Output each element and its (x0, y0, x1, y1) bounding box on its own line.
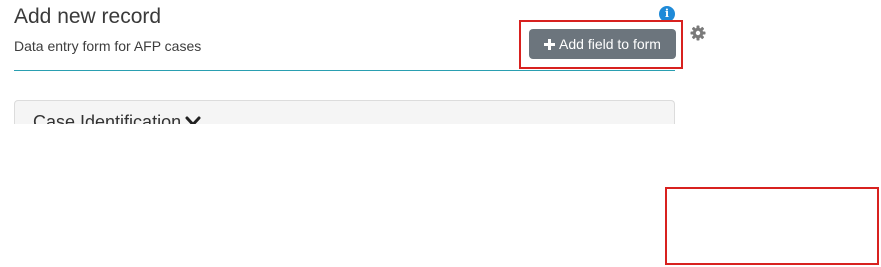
section-title-label: Case Identification (33, 112, 182, 124)
page-subtitle: Data entry form for AFP cases (14, 38, 202, 54)
gear-icon[interactable] (690, 25, 706, 41)
section-title: Case Identification (33, 111, 201, 124)
section-case-identification[interactable]: Case Identification (14, 100, 675, 124)
header-divider (14, 70, 675, 71)
highlight-box-empty-region (665, 187, 879, 265)
chevron-down-icon (185, 116, 201, 124)
add-field-to-form-button[interactable]: Add field to form (529, 29, 676, 59)
page-title: Add new record (14, 5, 162, 28)
add-field-label: Add field to form (559, 36, 661, 52)
plus-icon (544, 38, 556, 50)
